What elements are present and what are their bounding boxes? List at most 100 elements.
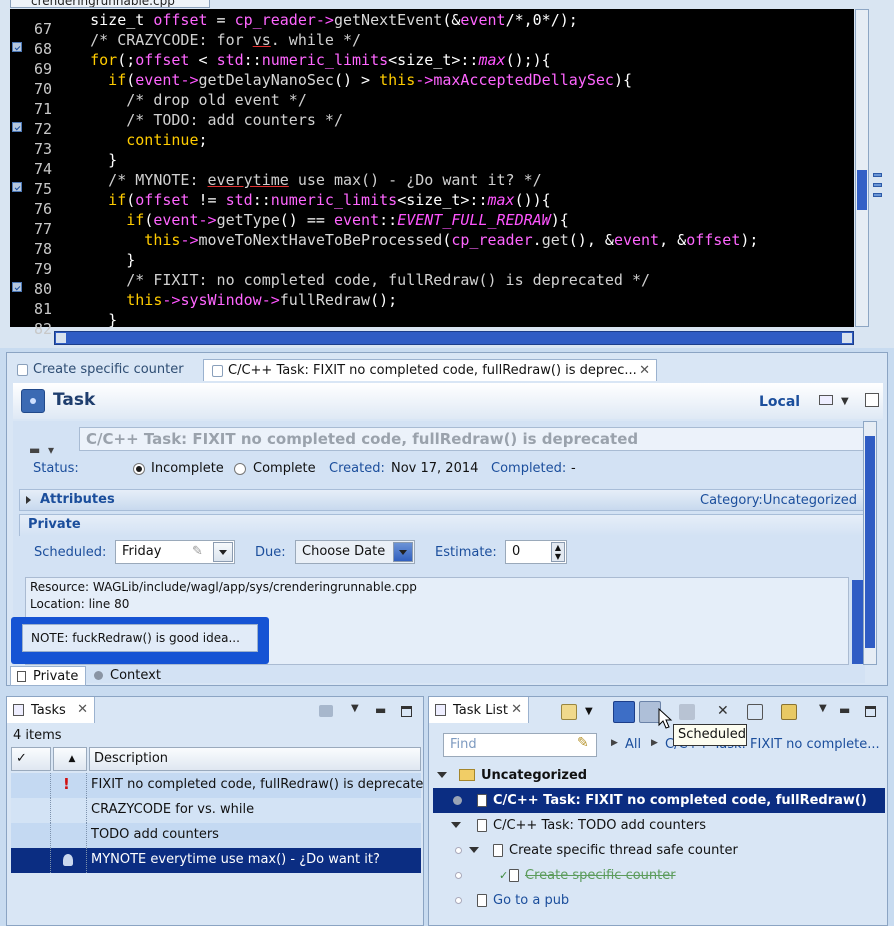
local-repository-label[interactable]: Local <box>759 394 800 410</box>
table-row[interactable]: TODO add counters <box>11 823 421 848</box>
minimize-icon[interactable]: ▬ <box>375 703 386 717</box>
context-icon <box>455 897 462 904</box>
collapse-icon[interactable] <box>451 822 461 828</box>
clear-find-icon[interactable]: ✎ <box>577 735 589 751</box>
list-item-label: C/C++ Task: FIXIT no completed code, ful… <box>493 793 867 808</box>
close-view-icon[interactable]: ✕ <box>77 702 88 717</box>
code-line[interactable]: this->moveToNextHaveToBeProcessed(cp_rea… <box>54 230 758 250</box>
note-text-field[interactable]: NOTE: fuckRedraw() is good idea... <box>22 624 258 652</box>
table-row[interactable]: MYNOTE everytime use max() - ¿Do want it… <box>11 848 421 873</box>
list-item[interactable]: C/C++ Task: FIXIT no completed code, ful… <box>433 788 885 813</box>
code-line[interactable]: size_t offset = cp_reader->getNextEvent(… <box>54 10 578 30</box>
code-line[interactable]: if(event->getDelayNanoSec() > this->maxA… <box>54 70 632 90</box>
collapse-all-icon[interactable]: ✕ <box>717 703 729 719</box>
code-line[interactable]: if(event->getType() == event::EVENT_FULL… <box>54 210 569 230</box>
table-row[interactable]: CRAZYCODE for vs. while <box>11 798 421 823</box>
editor-vertical-scrollbar[interactable] <box>855 9 869 327</box>
expand-all-icon[interactable] <box>747 704 763 720</box>
code-line[interactable]: } <box>54 250 135 270</box>
new-task-icon[interactable] <box>561 704 577 720</box>
line-number: 81 <box>33 300 52 318</box>
chevron-down-icon[interactable]: ▼ <box>841 396 849 407</box>
list-item[interactable]: C/C++ Task: TODO add counters <box>433 813 885 838</box>
description-column-header[interactable]: Description <box>89 747 421 771</box>
code-line[interactable]: /* FIXIT: no completed code, fullRedraw(… <box>54 270 650 290</box>
table-row[interactable]: ! FIXIT no completed code, fullRedraw() … <box>11 773 423 798</box>
view-menu-icon[interactable]: ▼ <box>819 703 827 714</box>
priority-selector[interactable]: ▬ ▾ <box>29 443 59 457</box>
code-line[interactable]: /* MYNOTE: everytime use max() - ¿Do wan… <box>54 170 542 190</box>
code-line[interactable]: } <box>54 150 117 170</box>
view-menu-icon[interactable]: ▼ <box>351 703 359 714</box>
close-view-icon[interactable]: ✕ <box>511 702 522 717</box>
task-summary-field[interactable]: C/C++ Task: FIXIT no completed code, ful… <box>79 427 867 451</box>
tab-tasks[interactable]: Tasks ✕ <box>7 697 95 723</box>
completed-column-header[interactable]: ✓ <box>11 747 51 771</box>
expand-icon[interactable] <box>26 496 31 504</box>
collapse-icon[interactable] <box>437 772 447 778</box>
list-item[interactable]: Create specific thread safe counter <box>433 838 885 863</box>
calendar-icon[interactable] <box>819 395 833 405</box>
due-dropdown-button[interactable] <box>393 542 413 562</box>
scheduled-dropdown-button[interactable] <box>213 542 233 562</box>
scrollbar-thumb[interactable] <box>857 170 867 210</box>
priority-column-header[interactable]: ▲ <box>53 747 87 771</box>
incomplete-radio[interactable] <box>133 463 145 475</box>
clear-icon[interactable]: ✎ <box>192 541 203 563</box>
maximize-icon[interactable] <box>865 706 876 717</box>
list-item[interactable]: Go to a pub <box>433 888 885 913</box>
scheduled-value: Friday <box>122 544 162 559</box>
code-line[interactable]: } <box>54 310 117 327</box>
complete-radio[interactable] <box>234 463 246 475</box>
scrollbar-thumb[interactable] <box>865 436 875 648</box>
synchronize-icon[interactable] <box>781 704 797 720</box>
maximize-icon[interactable] <box>401 706 412 717</box>
scheduled-tooltip: Scheduled <box>673 724 747 746</box>
tab-task-list[interactable]: Task List ✕ <box>429 697 529 723</box>
tab-private[interactable]: Private <box>10 666 86 686</box>
overview-marker[interactable] <box>873 173 882 177</box>
categorized-toggle-icon[interactable] <box>613 701 635 723</box>
scroll-left-arrow-icon[interactable] <box>56 333 66 343</box>
scroll-right-arrow-icon[interactable] <box>842 333 852 343</box>
attributes-section[interactable]: Attributes Category:Uncategorized <box>19 489 865 511</box>
overview-ruler[interactable] <box>871 9 883 327</box>
collapse-icon[interactable] <box>469 847 479 853</box>
code-text-area[interactable]: size_t offset = cp_reader->getNextEvent(… <box>54 9 854 327</box>
code-line[interactable]: /* TODO: add counters */ <box>54 110 343 130</box>
overview-marker[interactable] <box>873 193 882 197</box>
tab-fixit-task[interactable]: C/C++ Task: FIXIT no completed code, ful… <box>203 359 657 381</box>
code-line[interactable]: /* CRAZYCODE: for vs. while */ <box>54 30 361 50</box>
code-line[interactable]: this->sysWindow->fullRedraw(); <box>54 290 397 310</box>
due-date-field[interactable]: Choose Date <box>295 540 415 564</box>
task-icon <box>477 819 487 832</box>
minimize-icon[interactable]: ▬ <box>839 703 850 717</box>
spinner-arrows-icon[interactable]: ▲ ▼ <box>551 542 565 562</box>
editor-horizontal-scrollbar[interactable] <box>54 331 854 345</box>
tab-create-specific-counter[interactable]: Create specific counter <box>9 359 195 381</box>
breadcrumb-all[interactable]: All <box>625 737 641 752</box>
code-line[interactable]: continue; <box>54 130 207 150</box>
overview-marker[interactable] <box>873 183 882 187</box>
editor-file-tab[interactable]: crenderingrunnable.cpp <box>10 0 210 8</box>
tab-context[interactable]: Context <box>88 666 168 686</box>
task-icon <box>493 844 503 857</box>
category-row[interactable]: Uncategorized <box>433 763 885 788</box>
task-checkbox-icon <box>212 365 223 377</box>
task-form-scrollbar[interactable] <box>863 421 877 665</box>
code-line[interactable]: if(offset != std::numeric_limits<size_t>… <box>54 190 551 210</box>
code-line[interactable]: /* drop old event */ <box>54 90 307 110</box>
filter-icon[interactable] <box>319 705 333 717</box>
find-input[interactable]: Find <box>443 733 597 757</box>
focus-icon[interactable] <box>679 704 695 720</box>
completed-check-icon: ✓ <box>499 869 509 882</box>
list-item[interactable]: ✓ Create specific counter <box>433 863 885 888</box>
chevron-down-icon[interactable]: ▼ <box>585 706 593 717</box>
code-line[interactable]: for(;offset < std::numeric_limits<size_t… <box>54 50 551 70</box>
estimate-spinner[interactable]: 0 ▲ ▼ <box>505 540 567 564</box>
close-tab-icon[interactable]: ✕ <box>639 360 650 382</box>
open-new-icon[interactable] <box>865 393 879 407</box>
code-editor[interactable]: crenderingrunnable.cpp 67 68 69 70 71 72… <box>0 0 894 348</box>
scheduled-date-field[interactable]: Friday ✎ <box>115 540 235 564</box>
list-item-label: Create specific thread safe counter <box>509 843 738 858</box>
